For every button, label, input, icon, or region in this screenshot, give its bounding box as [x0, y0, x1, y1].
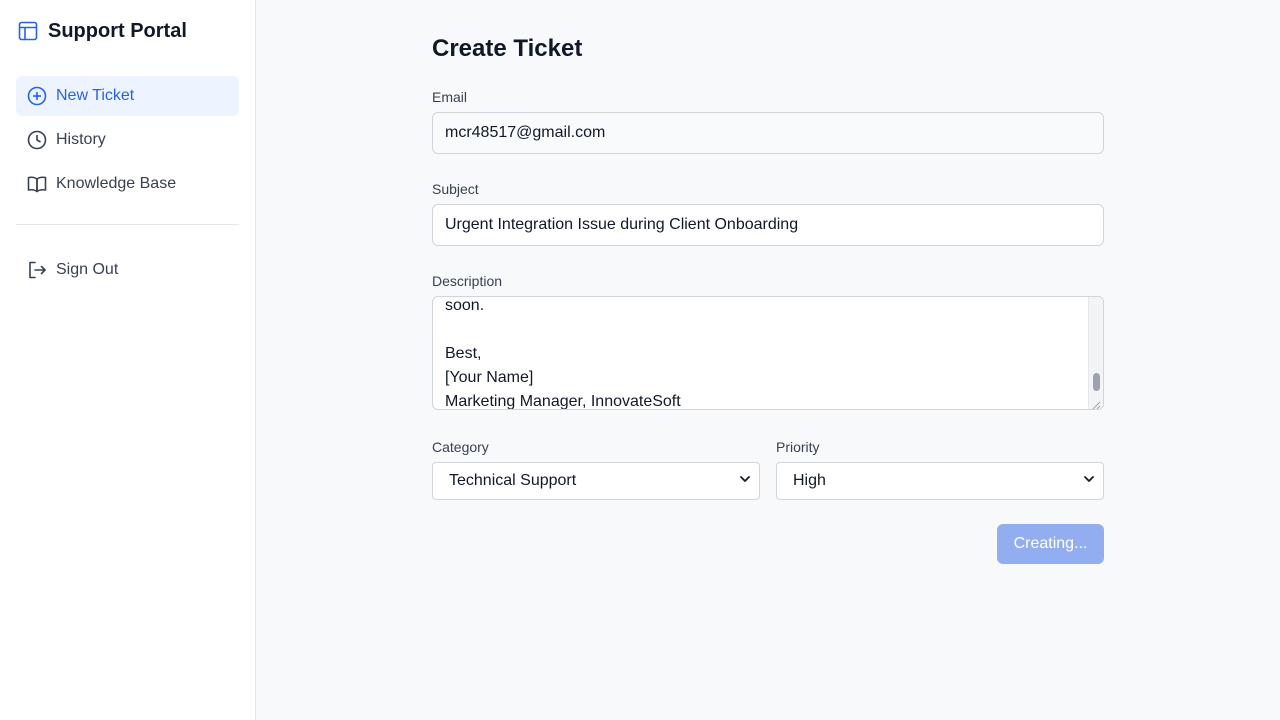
sidebar-item-label: Knowledge Base — [56, 175, 177, 192]
app: Support Portal New Ticket History Knowle… — [0, 0, 1280, 720]
priority-group: Priority High — [776, 438, 1104, 500]
chevron-down-icon — [739, 472, 751, 490]
brand: Support Portal — [16, 17, 239, 45]
page-title: Create Ticket — [432, 35, 583, 62]
sidebar-divider — [16, 224, 239, 225]
layout-icon — [18, 21, 38, 41]
category-group: Category Technical Support — [432, 438, 760, 500]
main: Create Ticket Email Subject Description … — [256, 0, 1280, 720]
sidebar-item-history[interactable]: History — [16, 120, 239, 160]
priority-select[interactable]: High — [776, 462, 1104, 500]
category-select[interactable]: Technical Support — [432, 462, 760, 500]
description-scrollbar[interactable] — [1088, 297, 1103, 409]
create-ticket-form: Create Ticket Email Subject Description … — [432, 34, 1104, 564]
email-group: Email — [432, 88, 1104, 154]
subject-group: Subject — [432, 180, 1104, 246]
app-title: Support Portal — [48, 19, 187, 42]
resize-handle-icon[interactable] — [1091, 397, 1101, 409]
priority-label: Priority — [776, 439, 820, 455]
chevron-down-icon — [1083, 472, 1095, 490]
priority-selected-value: High — [793, 472, 826, 489]
form-actions: Creating... — [432, 524, 1104, 564]
sidebar-nav: New Ticket History Knowledge Base — [16, 76, 239, 204]
description-textarea[interactable]: soon. Best, [Your Name] Marketing Manage… — [432, 296, 1104, 410]
book-icon — [27, 174, 47, 194]
scrollbar-thumb[interactable] — [1093, 373, 1100, 391]
sign-out-icon — [27, 260, 47, 280]
sidebar: Support Portal New Ticket History Knowle… — [0, 0, 256, 720]
category-priority-row: Category Technical Support Priority High — [432, 438, 1104, 500]
email-field[interactable] — [432, 112, 1104, 154]
sidebar-item-label: New Ticket — [56, 87, 135, 104]
category-label: Category — [432, 439, 489, 455]
description-label: Description — [432, 273, 503, 289]
category-selected-value: Technical Support — [449, 472, 577, 489]
subject-field[interactable] — [432, 204, 1104, 246]
sidebar-item-knowledge-base[interactable]: Knowledge Base — [16, 164, 239, 204]
sign-out-label: Sign Out — [56, 261, 119, 278]
plus-circle-icon — [27, 86, 47, 106]
email-label: Email — [432, 89, 468, 105]
sign-out-button[interactable]: Sign Out — [16, 250, 239, 290]
subject-label: Subject — [432, 181, 479, 197]
description-text: soon. Best, [Your Name] Marketing Manage… — [445, 297, 681, 410]
description-group: Description soon. Best, [Your Name] Mark… — [432, 272, 1104, 410]
create-ticket-button[interactable]: Creating... — [997, 524, 1104, 564]
sidebar-item-new-ticket[interactable]: New Ticket — [16, 76, 239, 116]
sidebar-item-label: History — [56, 131, 106, 148]
clock-icon — [27, 130, 47, 150]
